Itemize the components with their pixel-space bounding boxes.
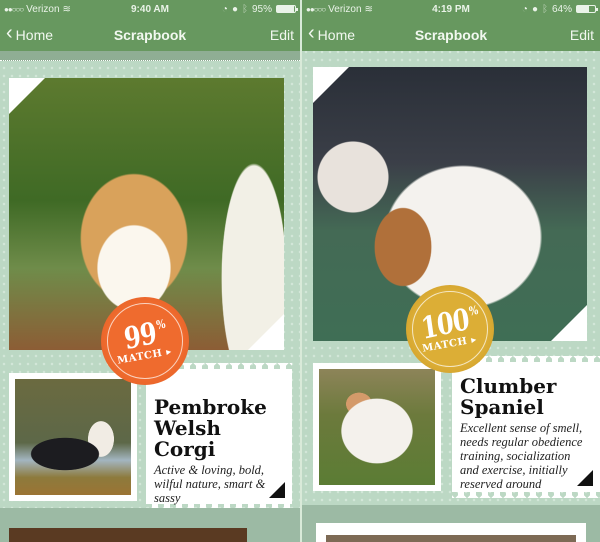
percent-sign: %	[468, 302, 479, 319]
breed-description: Active & loving, bold, wilful nature, sm…	[154, 463, 266, 505]
photo-corner	[9, 78, 45, 114]
edit-button[interactable]: Edit	[570, 27, 594, 43]
back-label: Home	[15, 26, 54, 43]
bluetooth-icon: ᛒ	[241, 3, 248, 15]
breed-name: Pembroke Welsh Corgi	[154, 395, 267, 461]
flip-card-corner[interactable]	[269, 482, 285, 498]
back-button[interactable]: ‹ Home	[308, 22, 356, 44]
flip-card-corner[interactable]	[577, 470, 593, 486]
breed-name: Clumber Spaniel	[460, 374, 557, 419]
battery-icon	[576, 5, 598, 13]
breed-description: Excellent sense of smell, needs regular …	[460, 421, 583, 491]
dog-thumbnail[interactable]	[9, 373, 137, 501]
battery-icon	[276, 5, 298, 13]
phone-screen-corgi: ●●○○○ Verizon ≋ 9:40 AM ◔ ● ᛒ 95% ‹ Home…	[0, 0, 300, 542]
phone-screen-spaniel: ●●○○○ Verizon ≋ 4:19 PM ◔ ● ᛒ 64% ‹ Home…	[300, 0, 600, 542]
chevron-left-icon: ‹	[6, 22, 13, 44]
back-button[interactable]: ‹ Home	[6, 22, 54, 44]
orientation-lock-icon: ◔	[221, 3, 228, 15]
chevron-left-icon: ‹	[308, 22, 315, 44]
orientation-lock-icon: ◔	[521, 3, 528, 15]
status-bar: ●●○○○ Verizon ≋ 9:40 AM ◔ ● ᛒ 95%	[0, 0, 300, 18]
navigation-bar: ‹ Home Scrapbook Edit	[302, 18, 600, 51]
navigation-bar: ‹ Home Scrapbook Edit	[0, 18, 300, 51]
bluetooth-icon: ᛒ	[541, 3, 548, 15]
next-card-preview[interactable]	[9, 528, 247, 542]
match-badge[interactable]: 99 % MATCH ▸	[101, 297, 189, 385]
alarm-icon: ●	[531, 3, 538, 15]
match-badge[interactable]: 100 % MATCH ▸	[406, 285, 494, 373]
photo-corner	[551, 305, 587, 341]
status-bar: ●●○○○ Verizon ≋ 4:19 PM ◔ ● ᛒ 64%	[302, 0, 600, 18]
dog-thumbnail[interactable]	[313, 363, 441, 491]
edit-button[interactable]: Edit	[270, 27, 294, 43]
scrapbook-divider	[0, 51, 300, 61]
back-label: Home	[317, 26, 356, 43]
percent-sign: %	[155, 316, 166, 332]
battery-percent: 95%	[251, 3, 272, 15]
photo-corner	[313, 67, 349, 103]
alarm-icon: ●	[231, 3, 238, 15]
breed-info-card: Pembroke Welsh Corgi Active & loving, bo…	[146, 369, 292, 510]
breed-info-card: Clumber Spaniel Excellent sense of smell…	[452, 362, 600, 498]
photo-corner	[248, 314, 284, 350]
battery-percent: 64%	[551, 3, 572, 15]
screenshot-pair: ●●○○○ Verizon ≋ 9:40 AM ◔ ● ᛒ 95% ‹ Home…	[0, 0, 600, 542]
next-card-preview[interactable]	[316, 523, 586, 542]
